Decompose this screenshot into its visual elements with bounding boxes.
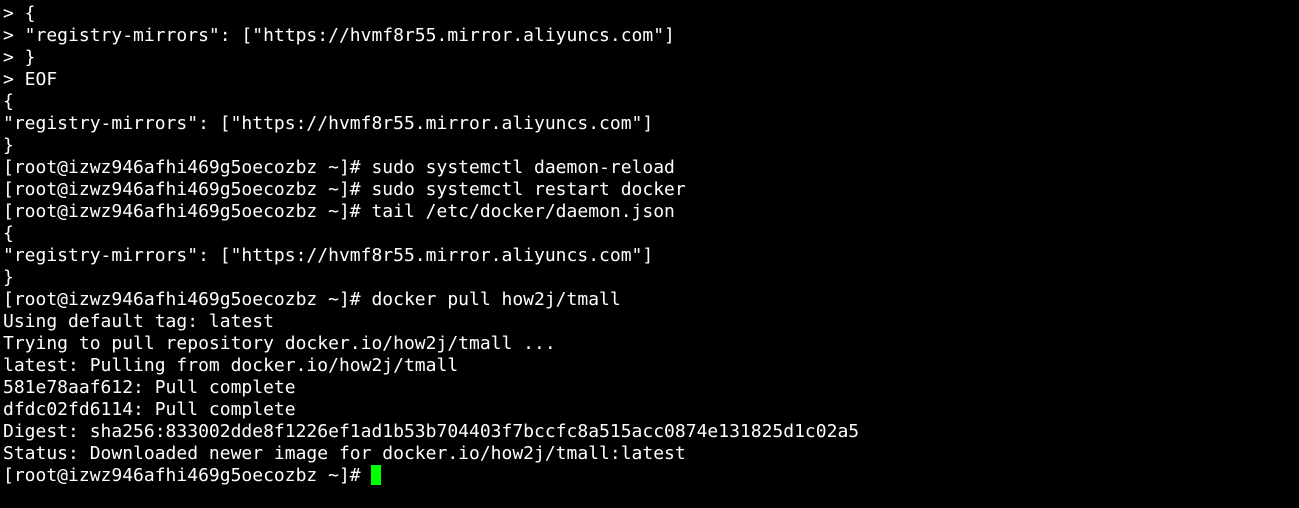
terminal-line: [root@izwz946afhi469g5oecozbz ~]# sudo s… [3,157,675,178]
terminal-line: 581e78aaf612: Pull complete [3,377,296,398]
terminal-line: "registry-mirrors": ["https://hvmf8r55.m… [3,113,654,134]
terminal-window[interactable]: > { > "registry-mirrors": ["https://hvmf… [0,0,1299,508]
terminal-line: [root@izwz946afhi469g5oecozbz ~]# docker… [3,289,621,310]
terminal-line: [root@izwz946afhi469g5oecozbz ~]# tail /… [3,201,675,222]
text-cursor [371,465,382,485]
terminal-line: { [3,223,14,244]
terminal-line: > { [3,3,36,24]
terminal-line: Using default tag: latest [3,311,274,332]
terminal-line: } [3,267,14,288]
terminal-line: "registry-mirrors": ["https://hvmf8r55.m… [3,245,654,266]
terminal-line: latest: Pulling from docker.io/how2j/tma… [3,355,459,376]
terminal-line: Digest: sha256:833002dde8f1226ef1ad1b53b… [3,421,860,442]
terminal-line: [root@izwz946afhi469g5oecozbz ~]# sudo s… [3,179,686,200]
terminal-line: dfdc02fd6114: Pull complete [3,399,296,420]
terminal-line: Status: Downloaded newer image for docke… [3,443,686,464]
terminal-line: > "registry-mirrors": ["https://hvmf8r55… [3,25,675,46]
terminal-line: > } [3,47,36,68]
terminal-line: } [3,135,14,156]
terminal-line: > EOF [3,69,58,90]
terminal-line: Trying to pull repository docker.io/how2… [3,333,556,354]
terminal-prompt-line[interactable]: [root@izwz946afhi469g5oecozbz ~]# [3,465,1299,487]
terminal-line: { [3,91,14,112]
shell-prompt: [root@izwz946afhi469g5oecozbz ~]# [3,465,372,486]
